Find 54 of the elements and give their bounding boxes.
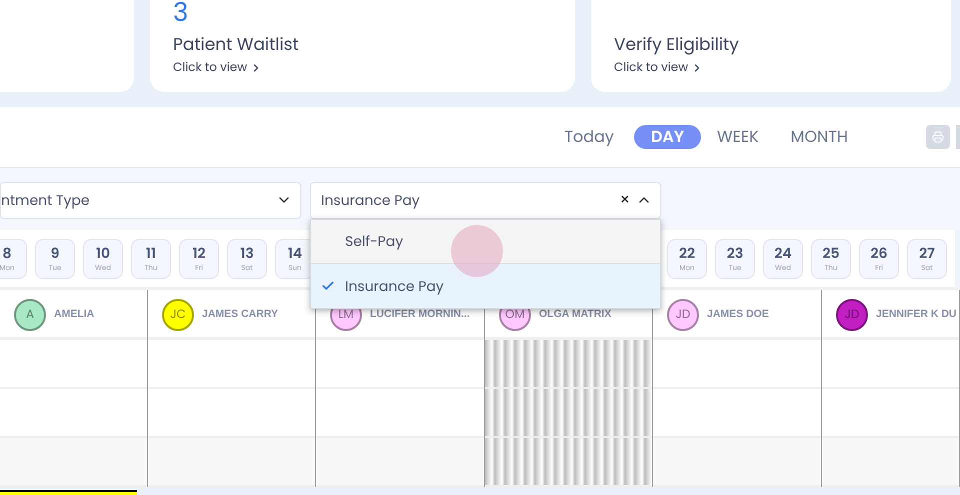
option-label: Self-Pay bbox=[345, 231, 404, 252]
provider-name: JENNIFER K DU bbox=[876, 307, 957, 322]
clear-icon[interactable]: × bbox=[620, 188, 630, 212]
provider-avatar: JC bbox=[162, 299, 194, 331]
provider-name: JAMES CARRY bbox=[202, 307, 278, 322]
provider-name: OLGA MATRIX bbox=[539, 307, 612, 322]
blocked-slot[interactable] bbox=[485, 438, 652, 487]
summary-card[interactable]: Verify Eligibility Click to view bbox=[591, 0, 951, 92]
dropdown-option[interactable]: Insurance Pay bbox=[311, 264, 660, 308]
day-number: 12 bbox=[192, 246, 206, 260]
blocked-slot[interactable] bbox=[485, 340, 652, 389]
day-number: 24 bbox=[774, 246, 792, 260]
day-number: 8 bbox=[2, 246, 12, 260]
provider-name: AMELIA bbox=[54, 307, 94, 322]
filter-select[interactable]: ntment Type bbox=[0, 182, 301, 218]
day-number: 14 bbox=[288, 246, 302, 260]
day-number: 10 bbox=[96, 246, 110, 260]
day-number: 22 bbox=[678, 246, 696, 260]
day-number: 23 bbox=[726, 246, 744, 260]
summary-card[interactable]: 3 Patient Waitlist Click to view bbox=[150, 0, 575, 92]
time-slot[interactable] bbox=[653, 438, 821, 487]
provider-avatar: JD bbox=[836, 299, 868, 331]
provider-name: JAMES DOE bbox=[707, 307, 769, 322]
blocked-slot[interactable] bbox=[485, 389, 652, 438]
time-slot[interactable] bbox=[822, 438, 959, 487]
day-number: 26 bbox=[870, 246, 888, 260]
day-number: 27 bbox=[919, 246, 935, 260]
printer-icon bbox=[932, 131, 944, 143]
day-number: 25 bbox=[822, 246, 840, 260]
view-link[interactable]: Click to view bbox=[173, 58, 552, 76]
option-label: Insurance Pay bbox=[345, 276, 444, 296]
print-button[interactable] bbox=[926, 125, 950, 149]
toolbar-button[interactable] bbox=[956, 125, 960, 149]
view-tab[interactable]: MONTH bbox=[774, 125, 864, 149]
time-slot[interactable] bbox=[148, 438, 315, 487]
provider-name: LUCIFER MORNIN... bbox=[370, 307, 470, 322]
provider-avatar: JD bbox=[667, 299, 699, 331]
day-number: 13 bbox=[240, 246, 254, 260]
provider-avatar: A bbox=[14, 299, 46, 331]
view-link[interactable]: Click to view bbox=[614, 58, 928, 76]
dropdown-option[interactable]: Self-Pay bbox=[311, 220, 660, 264]
time-slot[interactable] bbox=[316, 438, 484, 487]
today-button[interactable]: Today bbox=[554, 125, 624, 149]
card-title: Patient Waitlist bbox=[173, 32, 300, 58]
select-value: ntment Type bbox=[1, 190, 91, 210]
touch-indicator bbox=[451, 225, 503, 277]
filter-select[interactable]: Insurance Pay × bbox=[310, 182, 661, 218]
day-number: 11 bbox=[146, 246, 156, 260]
check-icon bbox=[321, 279, 335, 293]
day-number: 9 bbox=[50, 246, 60, 260]
view-tab[interactable]: WEEK bbox=[701, 125, 775, 149]
card-title: Verify Eligibility bbox=[614, 32, 740, 58]
count: 3 bbox=[173, 0, 188, 26]
select-value: Insurance Pay bbox=[321, 190, 421, 210]
